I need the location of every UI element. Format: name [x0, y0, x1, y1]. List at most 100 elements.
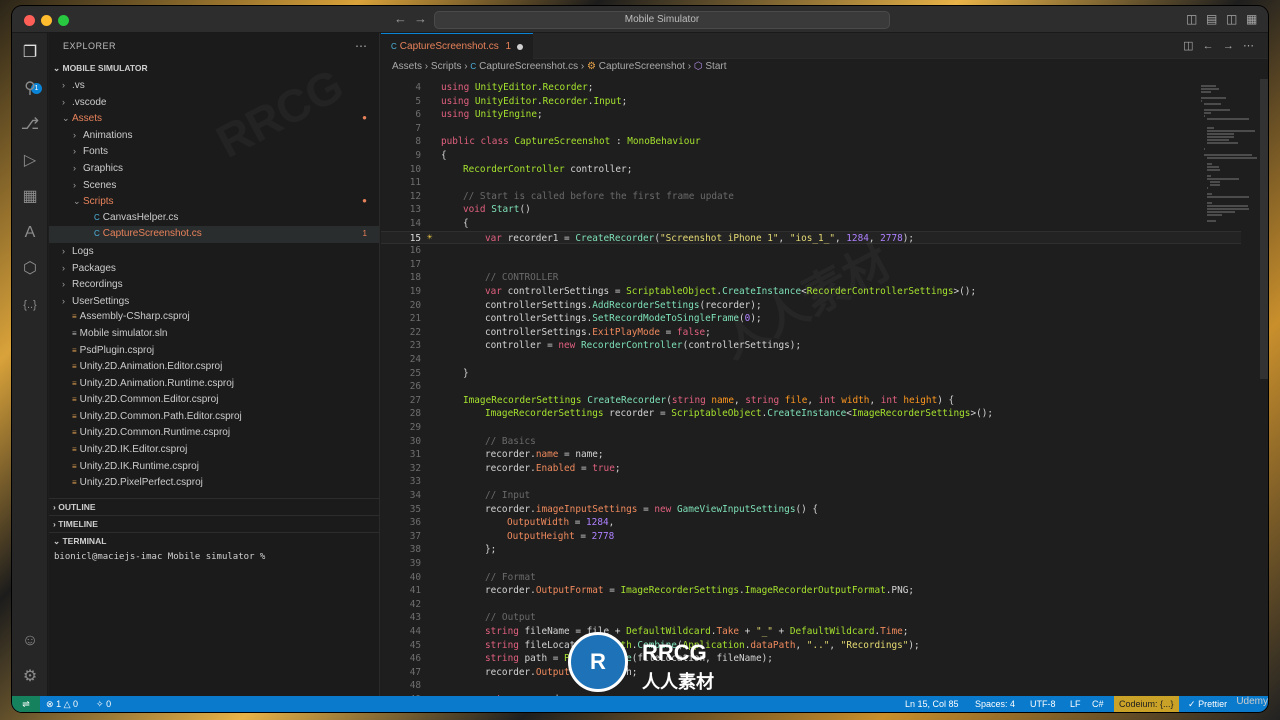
- tree-item[interactable]: ≡ Unity.2D.Animation.Editor.csproj: [49, 359, 379, 376]
- code-line[interactable]: 4 using UnityEditor.Recorder;: [381, 81, 1241, 95]
- tree-item[interactable]: ≡ Unity.2D.PixelPerfect.csproj: [49, 475, 379, 492]
- remote-indicator-icon[interactable]: ⇌: [12, 696, 40, 712]
- tree-item[interactable]: ≡ Unity.2D.Common.Path.Editor.csproj: [49, 409, 379, 426]
- code-line[interactable]: 43 // Output: [381, 611, 1241, 625]
- tree-item[interactable]: › UserSettings: [49, 293, 379, 310]
- ports-indicator[interactable]: ✧ 0: [96, 696, 111, 712]
- tree-item[interactable]: ≡ Unity.2D.Common.Runtime.csproj: [49, 425, 379, 442]
- command-center-search[interactable]: Mobile Simulator: [434, 11, 890, 29]
- code-line[interactable]: 34 // Input: [381, 489, 1241, 503]
- tree-item[interactable]: › Packages: [49, 260, 379, 277]
- code-line[interactable]: 19 var controllerSettings = ScriptableObj…: [381, 285, 1241, 299]
- breadcrumb-item[interactable]: Assets: [392, 61, 422, 72]
- code-line[interactable]: 11: [381, 176, 1241, 190]
- explorer-icon[interactable]: ❐: [20, 43, 40, 63]
- more-actions-icon[interactable]: ⋯: [1243, 40, 1254, 52]
- code-line[interactable]: 41 recorder.OutputFormat = ImageRecorderS…: [381, 584, 1241, 598]
- settings-gear-icon[interactable]: ⚙: [20, 667, 40, 687]
- tree-item[interactable]: › Logs: [49, 243, 379, 260]
- code-line[interactable]: 22 controllerSettings.ExitPlayMode = fals…: [381, 326, 1241, 340]
- close-window-button[interactable]: [24, 15, 35, 26]
- tree-item[interactable]: ≡ PsdPlugin.csproj: [49, 343, 379, 360]
- code-line[interactable]: 18 // CONTROLLER: [381, 271, 1241, 285]
- code-line[interactable]: 33: [381, 475, 1241, 489]
- more-actions-icon[interactable]: ⋯: [355, 39, 367, 53]
- source-control-icon[interactable]: ⎇: [20, 115, 40, 135]
- tree-item[interactable]: ⌄ Assets ●: [49, 110, 379, 127]
- go-back-icon[interactable]: ←: [1203, 40, 1214, 52]
- minimize-window-button[interactable]: [41, 15, 52, 26]
- code-line[interactable]: 15 ☀ var recorder1 = CreateRecorder("Scree…: [381, 230, 1241, 246]
- editor-scrollbar[interactable]: [1260, 79, 1268, 379]
- tab-capture-screenshot[interactable]: C CaptureScreenshot.cs 1: [381, 33, 533, 59]
- go-forward-icon[interactable]: →: [1223, 40, 1234, 52]
- tree-item[interactable]: › .vscode: [49, 94, 379, 111]
- tree-item[interactable]: › Animations: [49, 127, 379, 144]
- tree-item[interactable]: ≡ Assembly-CSharp.csproj: [49, 309, 379, 326]
- tree-item[interactable]: ≡ Mobile simulator.sln: [49, 326, 379, 343]
- lightbulb-icon[interactable]: ☀: [427, 232, 432, 246]
- account-icon[interactable]: ☺: [20, 631, 40, 651]
- toggle-secondary-sidebar-icon[interactable]: ◫: [1226, 12, 1237, 26]
- code-line[interactable]: 21 controllerSettings.SetRecordModeToSing…: [381, 312, 1241, 326]
- arrow-right-icon[interactable]: →: [414, 11, 427, 26]
- code-line[interactable]: 35 recorder.imageInputSettings = new Game…: [381, 503, 1241, 517]
- run-debug-icon[interactable]: ▷: [20, 151, 40, 171]
- code-line[interactable]: 31 recorder.name = name;: [381, 448, 1241, 462]
- tree-item[interactable]: ≡ Unity.2D.IK.Runtime.csproj: [49, 459, 379, 476]
- problems-indicator[interactable]: ⊗ 1 △ 0: [46, 696, 78, 712]
- code-line[interactable]: 37 OutputHeight = 2778: [381, 530, 1241, 544]
- customize-layout-icon[interactable]: ▦: [1246, 12, 1257, 26]
- code-line[interactable]: 29: [381, 421, 1241, 435]
- code-line[interactable]: 30 // Basics: [381, 435, 1241, 449]
- tree-item[interactable]: ≡ Unity.2D.Common.Editor.csproj: [49, 392, 379, 409]
- cursor-position[interactable]: Ln 15, Col 85: [905, 696, 959, 712]
- prettier-status[interactable]: ✓ Prettier: [1188, 696, 1227, 712]
- code-line[interactable]: 7: [381, 122, 1241, 136]
- code-line[interactable]: 47recorder.OutputFile = path;: [381, 666, 1241, 680]
- tree-item[interactable]: C CanvasHelper.cs: [49, 210, 379, 227]
- code-line[interactable]: 10 RecorderController controller;: [381, 163, 1241, 177]
- code-line[interactable]: 17: [381, 258, 1241, 272]
- indentation[interactable]: Spaces: 4: [975, 696, 1015, 712]
- code-line[interactable]: 42: [381, 598, 1241, 612]
- unity-icon[interactable]: ⬡: [20, 259, 40, 279]
- timeline-section[interactable]: › TIMELINE: [49, 515, 380, 532]
- tree-item[interactable]: ≡ Unity.2D.Animation.Runtime.csproj: [49, 376, 379, 393]
- end-of-line[interactable]: LF: [1070, 696, 1081, 712]
- tree-item[interactable]: › Graphics: [49, 160, 379, 177]
- azure-icon[interactable]: A: [20, 223, 40, 243]
- tree-item[interactable]: › .vs: [49, 77, 379, 94]
- explorer-root-folder[interactable]: ⌄ MOBILE SIMULATOR: [49, 60, 379, 77]
- code-line[interactable]: 46 string path = Path.Combine(fileLocatio…: [381, 652, 1241, 666]
- terminal-prompt[interactable]: bionicl@maciejs-imac Mobile simulator %: [49, 549, 380, 565]
- code-line[interactable]: 16: [381, 244, 1241, 258]
- tree-item[interactable]: ⌄ Scripts ●: [49, 193, 379, 210]
- language-mode[interactable]: C#: [1092, 696, 1104, 712]
- toggle-sidebar-icon[interactable]: ◫: [1186, 12, 1197, 26]
- tree-item[interactable]: C CaptureScreenshot.cs 1: [49, 226, 379, 243]
- terminal-section[interactable]: ⌄ TERMINAL: [49, 532, 380, 549]
- code-line[interactable]: 26: [381, 380, 1241, 394]
- code-line[interactable]: 13 void Start(): [381, 203, 1241, 217]
- code-line[interactable]: 23 controller = new RecorderController(co…: [381, 339, 1241, 353]
- code-line[interactable]: 32 recorder.Enabled = true;: [381, 462, 1241, 476]
- code-line[interactable]: 5 using UnityEditor.Recorder.Input;: [381, 95, 1241, 109]
- arrow-left-icon[interactable]: ←: [394, 11, 407, 26]
- code-line[interactable]: 38};: [381, 543, 1241, 557]
- minimap[interactable]: [1193, 79, 1268, 696]
- code-editor[interactable]: 4 using UnityEditor.Recorder; 5 using Unity…: [381, 79, 1241, 696]
- tree-item[interactable]: › Fonts: [49, 143, 379, 160]
- json-icon[interactable]: {..}: [20, 295, 40, 315]
- tree-item[interactable]: › Scenes: [49, 177, 379, 194]
- code-line[interactable]: 9{: [381, 149, 1241, 163]
- breadcrumb-item[interactable]: CaptureScreenshot: [599, 61, 685, 72]
- code-line[interactable]: 44 string fileName = file + DefaultWildca…: [381, 625, 1241, 639]
- code-line[interactable]: 28 ImageRecorderSettings recorder = Scrip…: [381, 407, 1241, 421]
- code-line[interactable]: 6 using UnityEngine;: [381, 108, 1241, 122]
- code-line[interactable]: 8 public class CaptureScreenshot : MonoBe…: [381, 135, 1241, 149]
- code-line[interactable]: 40 // Format: [381, 571, 1241, 585]
- outline-section[interactable]: › OUTLINE: [49, 498, 380, 515]
- breadcrumb-item[interactable]: Start: [705, 61, 726, 72]
- code-line[interactable]: 25}: [381, 367, 1241, 381]
